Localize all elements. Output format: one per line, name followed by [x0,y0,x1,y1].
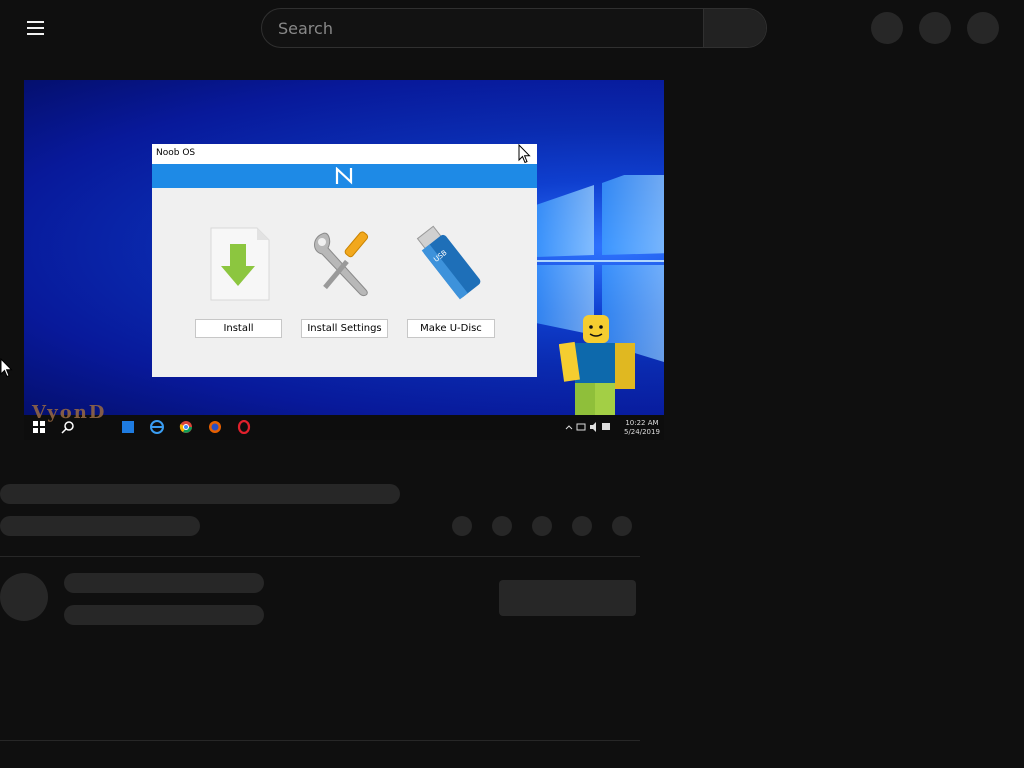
action-placeholder-1 [452,516,472,536]
install-button[interactable]: Install [195,319,282,338]
store-icon[interactable] [121,420,135,434]
taskbar-date: 5/24/2019 [624,428,660,436]
install-settings-button[interactable]: Install Settings [301,319,388,338]
mouse-cursor-icon [0,358,13,378]
taskbar-clock[interactable]: 10:22 AM 5/24/2019 [624,419,660,437]
action-placeholder-3 [532,516,552,536]
hamburger-menu-icon[interactable] [24,16,48,40]
search-bar [261,8,767,48]
usb-drive-icon: USB [416,225,481,300]
action-placeholder-2 [492,516,512,536]
channel-name-placeholder [64,573,264,593]
search-button[interactable] [703,9,766,47]
taskbar-time: 10:22 AM [625,419,659,427]
avatar[interactable] [967,12,999,44]
window-mouse-cursor-icon [518,144,531,164]
vyond-watermark: VyonD [32,402,107,423]
subscribe-button-placeholder [499,580,636,616]
chrome-browser-icon[interactable] [179,420,193,434]
video-player[interactable]: Noob OS USB Install Install Settings Mak… [24,80,664,440]
noob-os-window: Noob OS USB Install Install Settings Mak… [152,144,537,377]
window-titlebar: Noob OS [152,144,537,164]
channel-subs-placeholder [64,605,264,625]
video-title-placeholder [0,484,400,504]
opera-browser-icon[interactable] [237,420,251,434]
install-settings-tools-icon [314,231,369,297]
channel-avatar-placeholder [0,573,48,621]
window-title: Noob OS [156,148,196,158]
system-tray-icons[interactable] [564,420,614,434]
notifications-icon[interactable] [919,12,951,44]
divider-bottom [0,740,640,741]
search-input[interactable] [262,9,705,47]
edge-browser-icon[interactable] [150,420,164,434]
action-placeholder-4 [572,516,592,536]
top-bar [0,0,1024,56]
make-u-disc-button[interactable]: Make U-Disc [407,319,495,338]
noob-os-logo-icon [335,167,353,185]
create-icon[interactable] [871,12,903,44]
divider [0,556,640,557]
windows-taskbar: 10:22 AM 5/24/2019 [24,415,664,440]
firefox-browser-icon[interactable] [208,420,222,434]
video-frame-desktop: Noob OS USB Install Install Settings Mak… [24,80,664,415]
window-banner [152,164,537,188]
video-meta-placeholder [0,516,200,536]
roblox-noob-character-icon [559,315,635,415]
action-placeholder-5 [612,516,632,536]
install-download-icon [210,227,270,301]
